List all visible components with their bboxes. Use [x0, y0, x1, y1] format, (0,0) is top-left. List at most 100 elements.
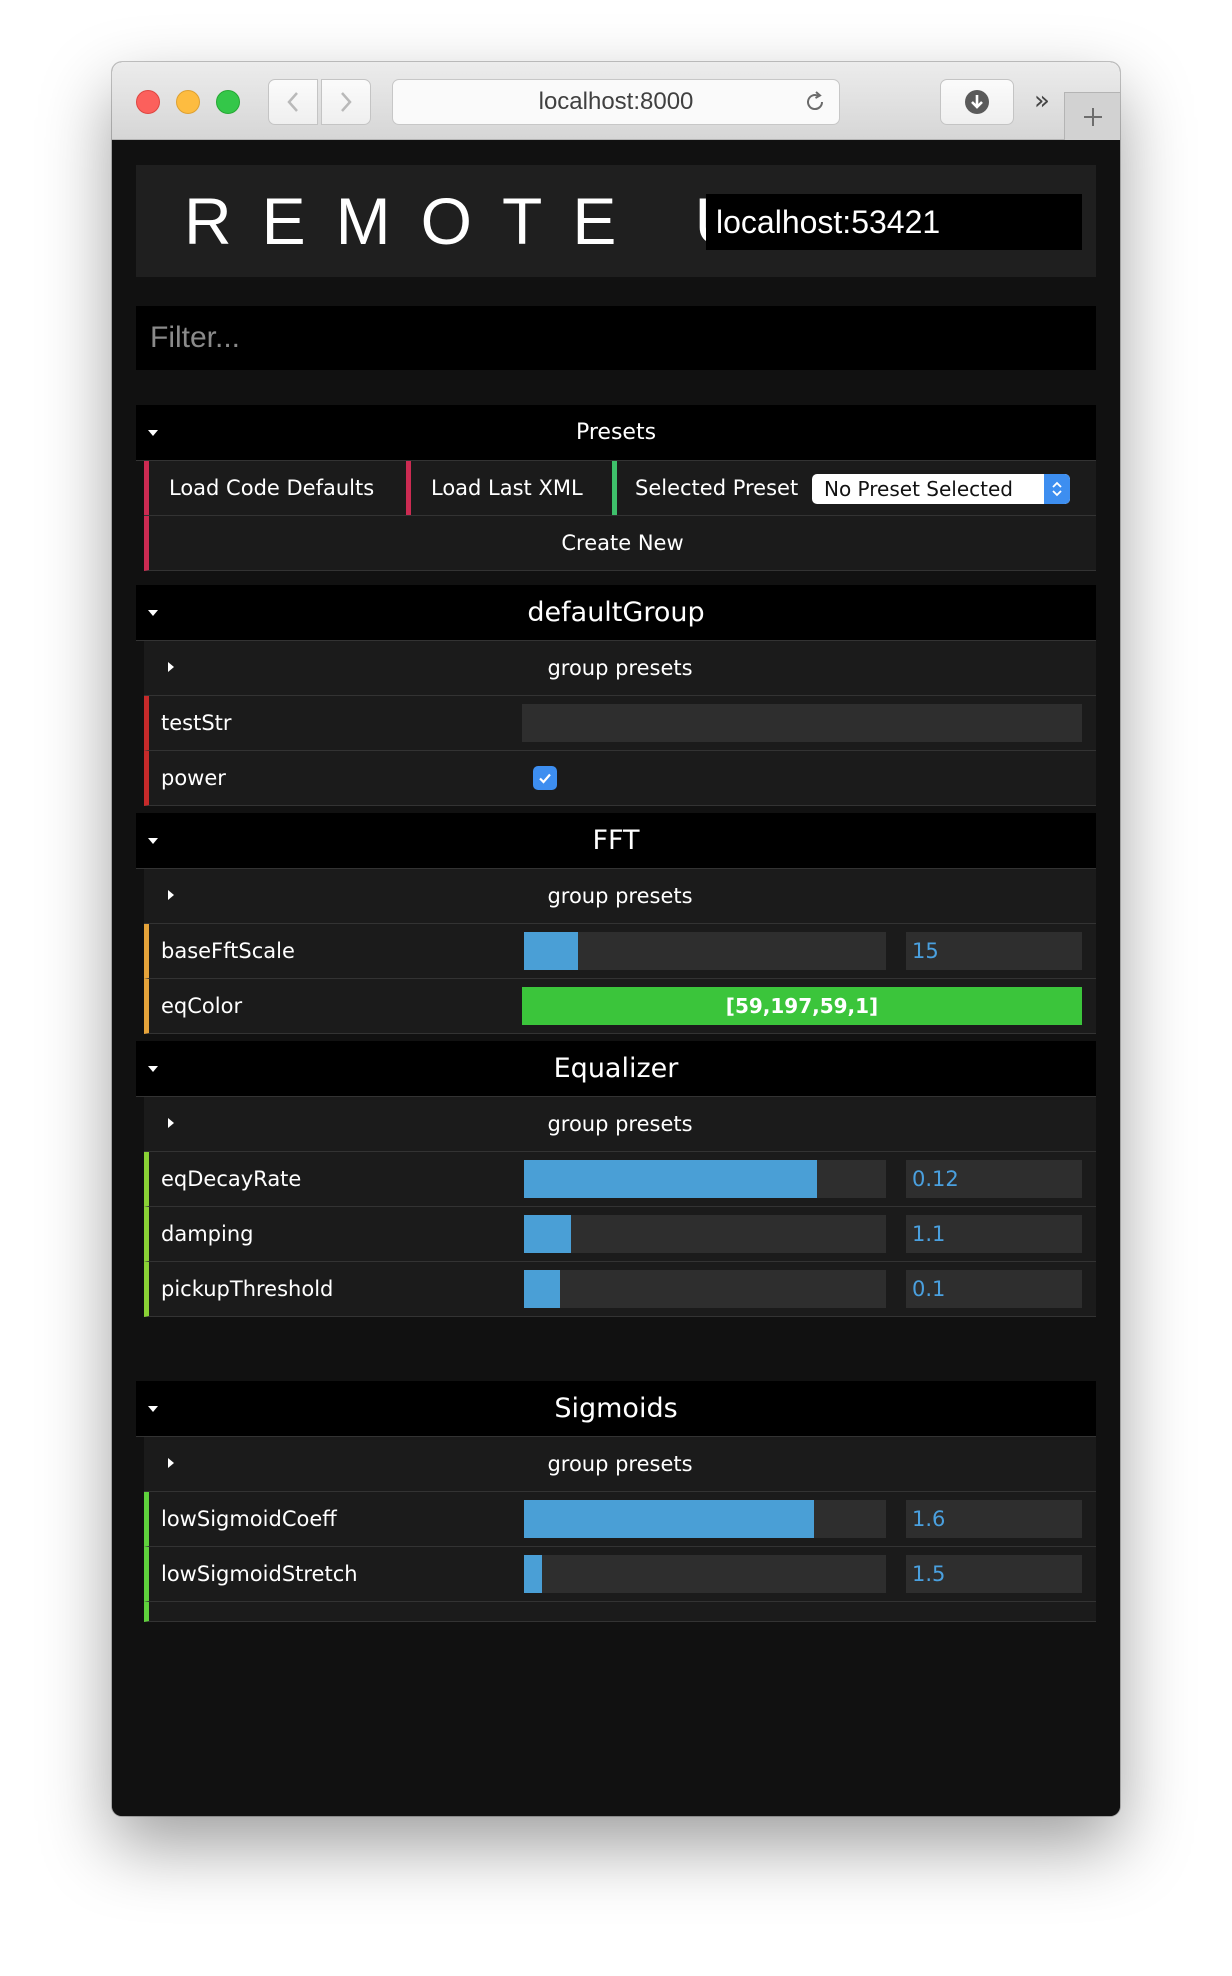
- slider-fill: [524, 1160, 818, 1198]
- expand-triangle-icon[interactable]: [168, 1118, 174, 1128]
- group-presets-toggle[interactable]: group presets: [144, 1097, 1096, 1152]
- group-sigmoids: Sigmoids group presets lowSigmoidCoeff 1…: [136, 1381, 1096, 1622]
- close-window-button[interactable]: [136, 90, 160, 114]
- eqdecayrate-slider[interactable]: [524, 1160, 886, 1198]
- group-presets-label: group presets: [547, 1452, 693, 1476]
- preset-actions-row: Load Code Defaults Load Last XML Selecte…: [144, 461, 1096, 516]
- param-label: pickupThreshold: [161, 1277, 334, 1301]
- group-presets-label: group presets: [547, 656, 693, 680]
- collapse-triangle-icon[interactable]: [148, 1406, 158, 1412]
- forward-button[interactable]: [321, 79, 371, 125]
- group-header-defaultgroup[interactable]: defaultGroup: [136, 585, 1096, 641]
- collapse-triangle-icon[interactable]: [148, 838, 158, 844]
- param-row-basefftscale: baseFftScale 15: [144, 924, 1096, 979]
- new-tab-button[interactable]: [1064, 92, 1120, 140]
- more-toolbar-items-icon[interactable]: »: [1024, 84, 1060, 118]
- lowsigmoidstretch-slider[interactable]: [524, 1555, 886, 1593]
- group-header-sigmoids[interactable]: Sigmoids: [136, 1381, 1096, 1437]
- presets-title: Presets: [575, 420, 657, 445]
- basefftscale-slider[interactable]: [524, 932, 886, 970]
- param-row-eqdecayrate: eqDecayRate 0.12: [144, 1152, 1096, 1207]
- param-label: lowSigmoidStretch: [161, 1562, 358, 1586]
- load-last-xml-button[interactable]: Load Last XML: [406, 461, 612, 515]
- expand-triangle-icon[interactable]: [168, 1458, 174, 1468]
- param-label: baseFftScale: [161, 939, 295, 963]
- group-equalizer: Equalizer group presets eqDecayRate 0.12…: [136, 1041, 1096, 1317]
- param-label: testStr: [161, 711, 232, 735]
- group-presets-toggle[interactable]: group presets: [144, 1437, 1096, 1492]
- param-row-partial: [144, 1602, 1096, 1622]
- pickupthreshold-value[interactable]: 0.1: [906, 1270, 1082, 1308]
- eqdecayrate-value[interactable]: 0.12: [906, 1160, 1082, 1198]
- group-title: Equalizer: [553, 1053, 679, 1084]
- damping-slider[interactable]: [524, 1215, 886, 1253]
- group-presets-toggle[interactable]: group presets: [144, 869, 1096, 924]
- load-code-defaults-button[interactable]: Load Code Defaults: [144, 461, 406, 515]
- lowsigmoidcoeff-slider[interactable]: [524, 1500, 886, 1538]
- lowsigmoidstretch-value[interactable]: 1.5: [906, 1555, 1082, 1593]
- presets-panel: Presets Load Code Defaults Load Last XML…: [136, 405, 1096, 571]
- power-checkbox[interactable]: [533, 766, 557, 790]
- group-presets-label: group presets: [547, 1112, 693, 1136]
- collapse-triangle-icon[interactable]: [148, 1066, 158, 1072]
- chevron-right-icon: [341, 92, 352, 112]
- group-header-fft[interactable]: FFT: [136, 813, 1096, 869]
- damping-value[interactable]: 1.1: [906, 1215, 1082, 1253]
- slider-fill: [524, 1215, 572, 1253]
- lowsigmoidcoeff-value[interactable]: 1.6: [906, 1500, 1082, 1538]
- group-presets-label: group presets: [547, 884, 693, 908]
- filter-input[interactable]: [136, 306, 1096, 370]
- param-label: eqColor: [161, 994, 243, 1018]
- reload-icon[interactable]: [803, 90, 827, 114]
- select-arrows-icon: [1044, 474, 1070, 504]
- plus-icon: [1083, 107, 1102, 126]
- group-defaultgroup: defaultGroup group presets testStr power: [136, 585, 1096, 806]
- group-title: defaultGroup: [527, 597, 705, 628]
- param-label: lowSigmoidCoeff: [161, 1507, 337, 1531]
- group-header-equalizer[interactable]: Equalizer: [136, 1041, 1096, 1097]
- slider-fill: [524, 1270, 561, 1308]
- browser-toolbar: localhost:8000 »: [112, 62, 1120, 140]
- download-icon: [965, 90, 989, 114]
- back-button[interactable]: [268, 79, 318, 125]
- group-presets-toggle[interactable]: group presets: [144, 641, 1096, 696]
- selected-preset-label: Selected Preset: [635, 476, 799, 500]
- preset-select-value: No Preset Selected: [824, 477, 1013, 501]
- slider-fill: [524, 1555, 543, 1593]
- zoom-window-button[interactable]: [216, 90, 240, 114]
- chevron-left-icon: [287, 92, 298, 112]
- create-new-label: Create New: [561, 531, 684, 555]
- expand-triangle-icon[interactable]: [168, 662, 174, 672]
- slider-fill: [524, 1500, 814, 1538]
- group-title: Sigmoids: [554, 1393, 678, 1424]
- param-label: power: [161, 766, 226, 790]
- url-text: localhost:8000: [538, 88, 694, 115]
- presets-header[interactable]: Presets: [136, 405, 1096, 461]
- param-row-eqcolor: eqColor [59,197,59,1]: [144, 979, 1096, 1034]
- param-label: damping: [161, 1222, 254, 1246]
- minimize-window-button[interactable]: [176, 90, 200, 114]
- downloads-button[interactable]: [940, 79, 1014, 125]
- collapse-triangle-icon[interactable]: [148, 610, 158, 616]
- page-content: REMOTE UI Presets Load Code Defaults Loa…: [112, 141, 1120, 1816]
- checkmark-icon: [539, 773, 551, 784]
- slider-fill: [524, 932, 579, 970]
- param-row-lowsigmoidcoeff: lowSigmoidCoeff 1.6: [144, 1492, 1096, 1547]
- basefftscale-value[interactable]: 15: [906, 932, 1082, 970]
- eqcolor-swatch[interactable]: [59,197,59,1]: [522, 987, 1082, 1025]
- param-row-teststr: testStr: [144, 696, 1096, 751]
- param-row-lowsigmoidstretch: lowSigmoidStretch 1.5: [144, 1547, 1096, 1602]
- expand-triangle-icon[interactable]: [168, 890, 174, 900]
- create-new-preset-button[interactable]: Create New: [144, 516, 1096, 571]
- preset-select[interactable]: No Preset Selected: [812, 474, 1070, 504]
- address-bar[interactable]: localhost:8000: [392, 79, 840, 125]
- param-label: eqDecayRate: [161, 1167, 302, 1191]
- param-row-damping: damping 1.1: [144, 1207, 1096, 1262]
- teststr-input[interactable]: [522, 704, 1082, 742]
- group-fft: FFT group presets baseFftScale 15 eqColo…: [136, 813, 1096, 1034]
- param-row-pickupthreshold: pickupThreshold 0.1: [144, 1262, 1096, 1317]
- collapse-triangle-icon[interactable]: [148, 430, 158, 436]
- host-address-input[interactable]: [706, 194, 1082, 250]
- pickupthreshold-slider[interactable]: [524, 1270, 886, 1308]
- param-row-power: power: [144, 751, 1096, 806]
